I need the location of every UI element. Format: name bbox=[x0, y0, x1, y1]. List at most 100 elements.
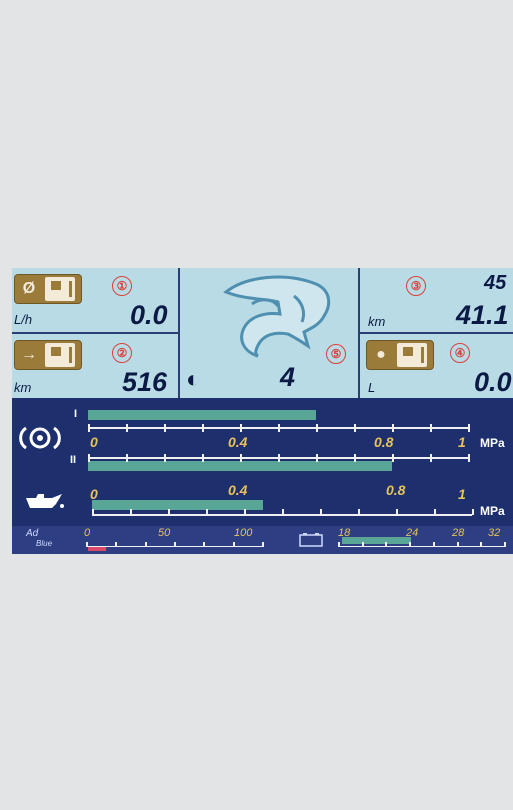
brake-axis-1-tick bbox=[240, 424, 242, 432]
fuel-pump-hose bbox=[65, 347, 72, 363]
adblue-scale-0: 0 bbox=[84, 527, 91, 539]
trip-cell: ③ 45 km 41.1 bbox=[360, 268, 513, 332]
circuit-2-label: II bbox=[70, 454, 77, 466]
brake-axis-2-tick bbox=[354, 454, 356, 462]
adblue-label-top: Ad bbox=[26, 528, 39, 539]
oil-axis-tick bbox=[130, 509, 132, 515]
brake-axis-1-tick bbox=[88, 424, 90, 432]
marker-3: ③ bbox=[406, 276, 426, 296]
marker-5: ⑤ bbox=[326, 344, 346, 364]
oil-axis-tick bbox=[244, 509, 246, 515]
brake-circuit-1-bar bbox=[88, 410, 316, 420]
fuel-rate-cell: Ø ① L/h 0.0 bbox=[12, 268, 178, 332]
oil-can-icon bbox=[26, 494, 64, 508]
fuel-pump-window bbox=[51, 347, 61, 356]
fuel-pump-hose bbox=[65, 281, 72, 297]
adblue-axis-tick bbox=[232, 542, 235, 547]
brake-axis-2-tick bbox=[468, 454, 470, 462]
fuel-pump-window bbox=[403, 347, 413, 356]
fuel-used-cell: ● ④ L 0.0 bbox=[360, 334, 513, 398]
display-mode-icon: ◐ bbox=[186, 366, 201, 393]
brake-scale-2: 0.8 bbox=[374, 434, 394, 450]
trip-unit: km bbox=[368, 314, 386, 329]
brake-axis-1-tick bbox=[316, 424, 318, 432]
battery-axis-tick bbox=[409, 542, 412, 547]
circuit-1-label: I bbox=[74, 408, 78, 420]
brake-pressure-icon bbox=[19, 426, 61, 450]
oil-axis-tick bbox=[434, 509, 436, 515]
battery-voltage-bar bbox=[342, 537, 411, 544]
oil-pressure-bar bbox=[92, 500, 263, 510]
brake-scale-3: 1 bbox=[458, 434, 466, 450]
brand-logo bbox=[223, 275, 331, 358]
oil-axis-tick bbox=[168, 509, 170, 515]
battery-scale-3: 32 bbox=[488, 527, 501, 539]
oil-unit: MPa bbox=[480, 504, 505, 518]
oil-scale-1: 0.4 bbox=[228, 482, 248, 498]
fuel-used-unit: L bbox=[368, 380, 376, 395]
arrow-right-icon: → bbox=[21, 346, 37, 363]
fuel-pump-window bbox=[51, 281, 61, 290]
adblue-axis-tick bbox=[115, 542, 118, 547]
brake-axis-2-tick bbox=[240, 454, 242, 462]
brake-axis-2-tick bbox=[430, 454, 432, 462]
adblue-axis-tick bbox=[86, 542, 88, 547]
fuel-used-value: 0.0 bbox=[474, 367, 512, 397]
adblue-axis-tick bbox=[203, 542, 206, 547]
battery-axis-tick bbox=[480, 542, 483, 547]
brake-unit: MPa bbox=[480, 436, 505, 450]
brake-circuit-2-bar bbox=[88, 461, 392, 471]
brake-axis-2-tick bbox=[392, 454, 394, 462]
brake-axis-1-tick bbox=[126, 424, 128, 432]
oil-axis-tick bbox=[396, 509, 398, 515]
brake-pressure-gauge: I II 0 0.4 0.8 1 MPa bbox=[12, 398, 513, 476]
gauge-area: I II 0 0.4 0.8 1 MPa 0 0.4 0.8 1 MPa Ad … bbox=[12, 398, 513, 554]
oil-axis-tick bbox=[282, 509, 284, 515]
battery-scale-2: 28 bbox=[452, 527, 465, 539]
brake-axis-2-tick bbox=[88, 454, 90, 462]
adblue-level-marker bbox=[88, 547, 106, 551]
brake-scale-0: 0 bbox=[90, 434, 98, 450]
oil-scale-2: 0.8 bbox=[386, 482, 406, 498]
lower-strip: Ad Blue 0 50 100 18 24 28 32 bbox=[12, 526, 513, 554]
fuel-rate-value: 0.0 bbox=[130, 300, 168, 330]
dashboard-screen: Ø ① L/h 0.0 → ② km 516 ⑤ ◐ 4 ③ 45 km 41.… bbox=[12, 268, 513, 554]
brake-axis-1-tick bbox=[202, 424, 204, 432]
brake-axis-2-tick bbox=[278, 454, 280, 462]
brake-scale-1: 0.4 bbox=[228, 434, 248, 450]
battery-axis-tick bbox=[432, 542, 435, 547]
fuel-used-badge: ● bbox=[366, 340, 434, 370]
battery-axis-tick bbox=[385, 542, 388, 547]
brake-axis-2-tick bbox=[202, 454, 204, 462]
oil-scale-3: 1 bbox=[458, 486, 466, 502]
fuel-rate-unit: L/h bbox=[14, 312, 33, 327]
brake-axis-1-tick bbox=[430, 424, 432, 432]
range-cell: → ② km 516 bbox=[12, 334, 178, 398]
center-cell: ⑤ ◐ 4 bbox=[180, 268, 358, 398]
marker-2: ② bbox=[112, 343, 132, 363]
oil-axis-tick bbox=[472, 509, 474, 515]
average-symbol-icon: Ø bbox=[22, 280, 36, 297]
brake-axis-1-tick bbox=[392, 424, 394, 432]
brake-axis-2-tick bbox=[126, 454, 128, 462]
battery-axis-tick bbox=[504, 542, 506, 547]
oil-axis-tick bbox=[92, 509, 94, 515]
adblue-axis-tick bbox=[174, 542, 176, 547]
range-value: 516 bbox=[122, 367, 168, 397]
battery-axis-tick bbox=[456, 542, 459, 547]
battery-axis-tick bbox=[338, 542, 340, 547]
fuel-drop-icon: ● bbox=[376, 346, 386, 363]
adblue-scale-1: 50 bbox=[158, 527, 171, 539]
trip-top-value: 45 bbox=[484, 272, 507, 294]
brake-axis-1-tick bbox=[354, 424, 356, 432]
trip-value: 41.1 bbox=[456, 300, 509, 330]
fuel-rate-badge: Ø bbox=[14, 274, 82, 304]
adblue-scale-2: 100 bbox=[234, 527, 253, 539]
range-badge: → bbox=[14, 340, 82, 370]
brake-axis-1-tick bbox=[164, 424, 166, 432]
adblue-axis-tick bbox=[262, 542, 264, 547]
brake-axis-1-tick bbox=[278, 424, 280, 432]
marker-4: ④ bbox=[450, 343, 470, 363]
info-panel: Ø ① L/h 0.0 → ② km 516 ⑤ ◐ 4 ③ 45 km 41.… bbox=[12, 268, 513, 398]
adblue-axis-tick bbox=[144, 542, 147, 547]
